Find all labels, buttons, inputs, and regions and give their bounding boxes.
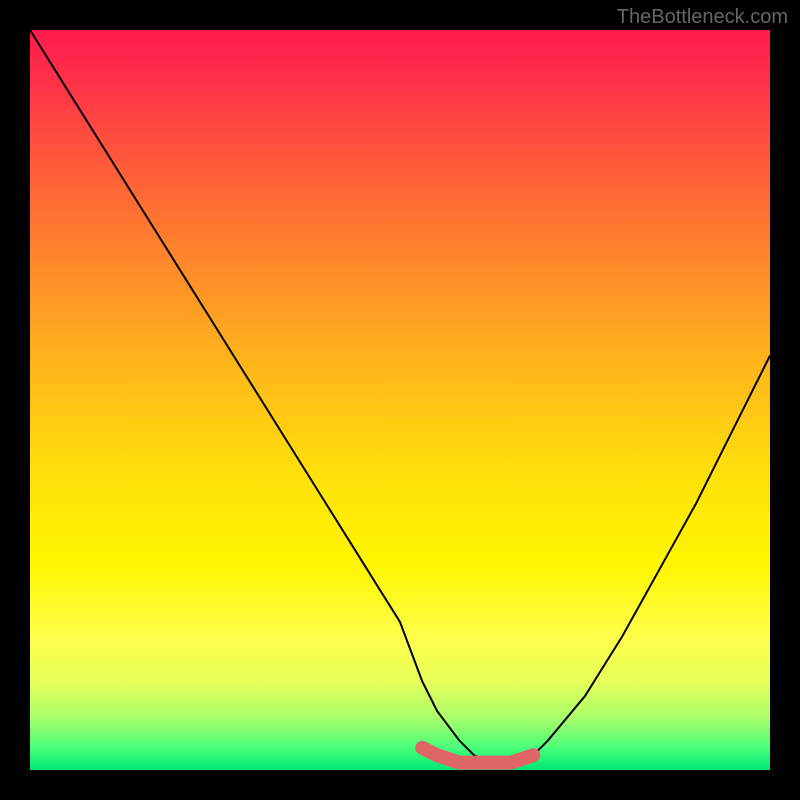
optimal-point-marker bbox=[527, 749, 539, 761]
watermark-text: TheBottleneck.com bbox=[617, 6, 788, 29]
bottleneck-curve-path bbox=[30, 30, 770, 763]
chart-plot-area bbox=[30, 30, 770, 770]
highlight-band-path bbox=[422, 748, 533, 763]
chart-svg bbox=[30, 30, 770, 770]
